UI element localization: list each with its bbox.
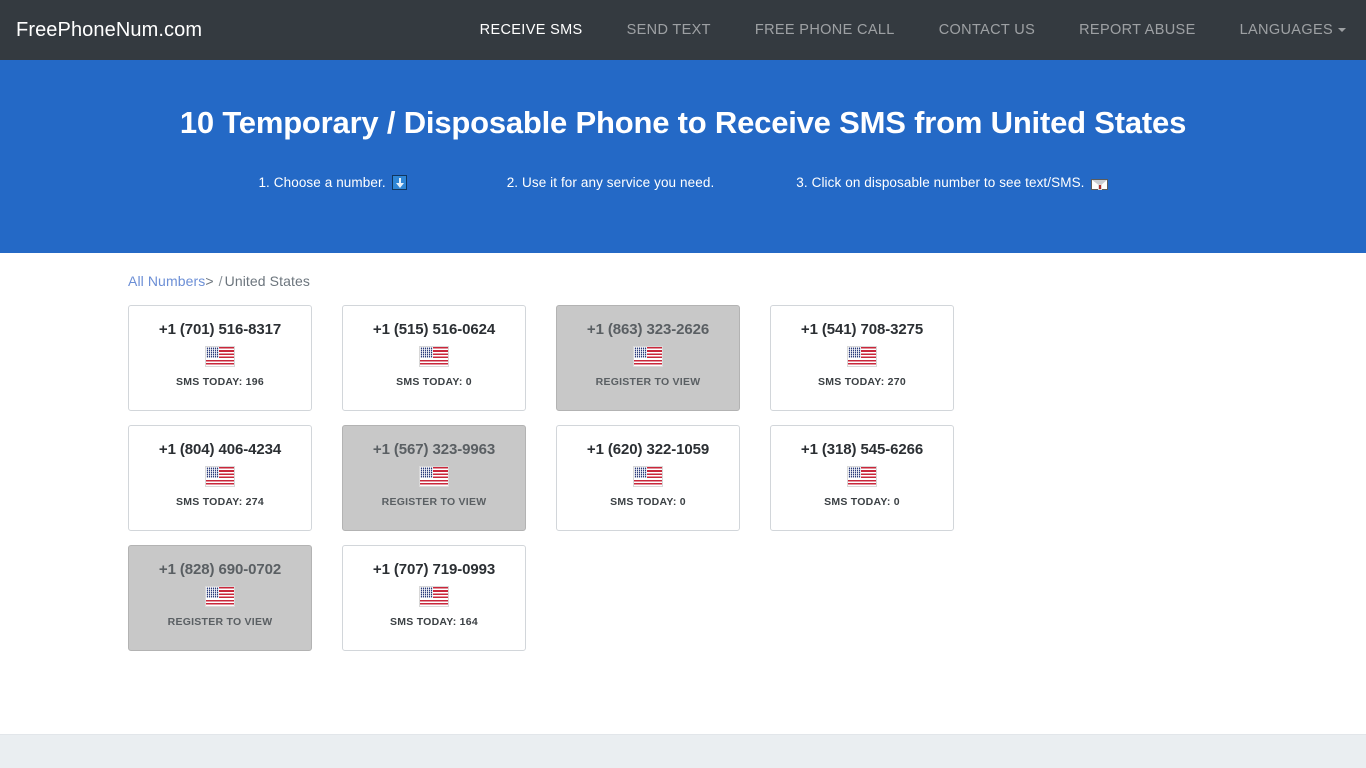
phone-number-label: +1 (707) 719-0993 [372, 561, 496, 578]
sms-today-count: SMS TODAY: 0 [396, 376, 472, 388]
sms-today-count: SMS TODAY: 196 [176, 376, 264, 388]
arrow-down-icon [391, 175, 407, 191]
instruction-step-text: 3. Click on disposable number to see tex… [796, 175, 1085, 191]
phone-number-label: +1 (863) 323-2626 [586, 321, 710, 338]
nav-item-label: LANGUAGES [1239, 22, 1333, 38]
phone-number-grid: +1 (701) 516-8317 SMS TODAY: 196 +1 (515) … [128, 305, 998, 665]
us-flag-icon [205, 466, 235, 487]
breadcrumb: All Numbers> / United States [128, 273, 1366, 289]
nav-item-send-text[interactable]: SEND TEXT [627, 14, 711, 46]
sms-today-count: SMS TODAY: 270 [818, 376, 906, 388]
phone-number-card[interactable]: +1 (804) 406-4234 SMS TODAY: 274 [128, 425, 312, 531]
instruction-step-text: 2. Use it for any service you need. [506, 175, 715, 191]
us-flag-icon [847, 466, 877, 487]
phone-number-card[interactable]: +1 (620) 322-1059 SMS TODAY: 0 [556, 425, 740, 531]
sms-today-count: SMS TODAY: 0 [610, 496, 686, 508]
instruction-step-1: 1. Choose a number. [258, 175, 407, 191]
nav-item-contact-us[interactable]: CONTACT US [939, 14, 1035, 46]
phone-number-card[interactable]: +1 (541) 708-3275 SMS TODAY: 270 [770, 305, 954, 411]
nav-item-label: RECEIVE SMS [479, 22, 583, 38]
phone-number-card[interactable]: +1 (701) 516-8317 SMS TODAY: 196 [128, 305, 312, 411]
site-logo[interactable]: FreePhoneNum.com [16, 19, 202, 42]
instruction-steps: 1. Choose a number. 2. Use it for any ser… [0, 175, 1366, 191]
phone-number-label: +1 (515) 516-0624 [372, 321, 496, 338]
nav-item-report-abuse[interactable]: REPORT ABUSE [1079, 14, 1195, 46]
register-to-view-label: REGISTER TO VIEW [167, 616, 273, 628]
us-flag-icon [419, 346, 449, 367]
main-navigation: RECEIVE SMS SEND TEXT FREE PHONE CALL CONTA… [480, 14, 1346, 46]
sms-today-count: SMS TODAY: 0 [824, 496, 900, 508]
hero-banner: 10 Temporary / Disposable Phone to Recei… [0, 60, 1366, 253]
phone-number-card-locked[interactable]: +1 (828) 690-0702 REGISTER TO VIEW [128, 545, 312, 651]
phone-number-label: +1 (620) 322-1059 [586, 441, 710, 458]
register-to-view-label: REGISTER TO VIEW [381, 496, 487, 508]
breadcrumb-current: United States [224, 273, 310, 289]
main-content: All Numbers> / United States +1 (701) 516-… [0, 253, 1366, 734]
chevron-down-icon [1338, 28, 1346, 32]
instruction-step-text: 1. Choose a number. [258, 175, 386, 191]
nav-item-free-phone-call[interactable]: FREE PHONE CALL [755, 14, 895, 46]
phone-number-label: +1 (804) 406-4234 [158, 441, 282, 458]
nav-item-label: CONTACT US [938, 22, 1036, 38]
phone-number-card[interactable]: +1 (707) 719-0993 SMS TODAY: 164 [342, 545, 526, 651]
sms-today-count: SMS TODAY: 164 [390, 616, 478, 628]
mailbox-icon [1090, 175, 1108, 191]
breadcrumb-all-numbers[interactable]: All Numbers [128, 273, 205, 289]
phone-number-card-locked[interactable]: +1 (863) 323-2626 REGISTER TO VIEW [556, 305, 740, 411]
us-flag-icon [419, 586, 449, 607]
breadcrumb-arrow: > [205, 273, 214, 289]
phone-number-label: +1 (828) 690-0702 [158, 561, 282, 578]
us-flag-icon [633, 466, 663, 487]
page-title: 10 Temporary / Disposable Phone to Recei… [179, 105, 1187, 140]
us-flag-icon [633, 346, 663, 367]
top-navbar: FreePhoneNum.com RECEIVE SMS SEND TEXT FRE… [0, 0, 1366, 60]
us-flag-icon [205, 586, 235, 607]
phone-number-card-locked[interactable]: +1 (567) 323-9963 REGISTER TO VIEW [342, 425, 526, 531]
nav-item-label: FREE PHONE CALL [754, 22, 895, 38]
breadcrumb-separator: / [218, 273, 223, 289]
sms-today-count: SMS TODAY: 274 [176, 496, 264, 508]
nav-item-receive-sms[interactable]: RECEIVE SMS [480, 14, 583, 46]
phone-number-label: +1 (318) 545-6266 [800, 441, 924, 458]
register-to-view-label: REGISTER TO VIEW [595, 376, 701, 388]
nav-item-languages[interactable]: LANGUAGES [1240, 14, 1346, 46]
instruction-step-2: 2. Use it for any service you need. [507, 175, 715, 190]
page-footer [0, 734, 1366, 768]
instruction-step-3: 3. Click on disposable number to see tex… [796, 175, 1108, 191]
phone-number-card[interactable]: +1 (318) 545-6266 SMS TODAY: 0 [770, 425, 954, 531]
nav-item-label: REPORT ABUSE [1079, 22, 1196, 38]
phone-number-label: +1 (701) 516-8317 [158, 321, 282, 338]
phone-number-label: +1 (567) 323-9963 [372, 441, 496, 458]
us-flag-icon [847, 346, 877, 367]
nav-item-label: SEND TEXT [626, 22, 711, 38]
phone-number-label: +1 (541) 708-3275 [800, 321, 924, 338]
us-flag-icon [419, 466, 449, 487]
us-flag-icon [205, 346, 235, 367]
phone-number-card[interactable]: +1 (515) 516-0624 SMS TODAY: 0 [342, 305, 526, 411]
